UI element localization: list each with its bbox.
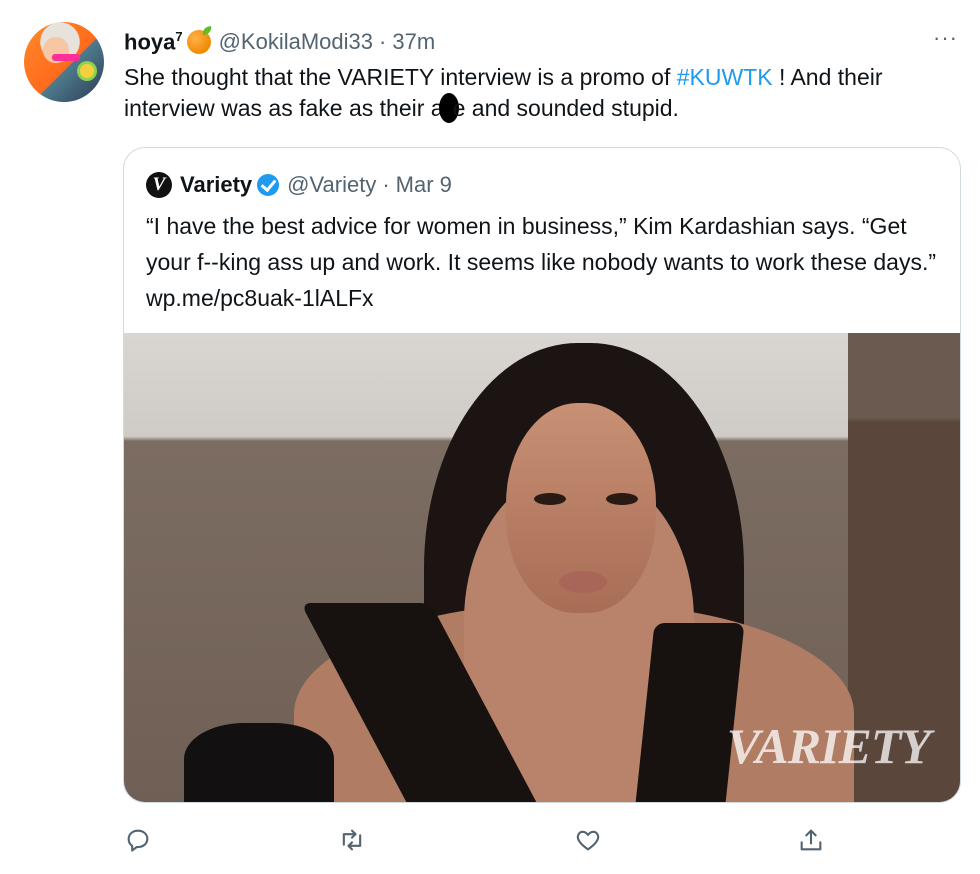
quoted-tweet-image[interactable]: VARIETY (124, 333, 960, 802)
reply-button[interactable] (118, 820, 158, 860)
heart-icon (576, 830, 600, 851)
retweet-icon (342, 829, 362, 851)
quoted-author-name[interactable]: Variety (180, 172, 252, 198)
tweet-header: hoya7 @KokilaModi33 · 37m (124, 27, 435, 57)
quoted-tweet-header: V Variety @Variety · Mar 9 (146, 170, 452, 200)
variety-logo-avatar[interactable]: V (146, 172, 172, 198)
quoted-tweet-date[interactable]: Mar 9 (396, 172, 452, 198)
avatar-glasses (52, 54, 80, 61)
retweet-button[interactable] (332, 820, 372, 860)
share-button[interactable] (791, 820, 831, 860)
reply-icon (127, 829, 149, 852)
tweet-text-part1: She thought that the VARIETY interview i… (124, 64, 677, 90)
photo-glove (184, 723, 334, 802)
more-options-icon[interactable]: ··· (933, 27, 958, 49)
header-separator: · (379, 29, 387, 54)
quoted-tweet-text: “I have the best advice for women in bus… (146, 213, 937, 311)
photo-eye-left (534, 493, 566, 505)
verified-icon (257, 174, 280, 196)
avatar-flower (80, 64, 94, 78)
like-button[interactable] (568, 820, 608, 860)
author-name-sup: 7 (175, 28, 183, 44)
tweet-text-part3: e and sounded stupid. (452, 95, 679, 121)
quoted-tweet[interactable]: V Variety @Variety · Mar 9 “I have the b… (123, 147, 961, 803)
orange-icon (186, 30, 211, 54)
author-name[interactable]: hoya7 (124, 29, 183, 55)
share-icon (800, 829, 822, 851)
variety-watermark: VARIETY (726, 718, 931, 774)
tweet-text: She thought that the VARIETY interview i… (124, 62, 959, 124)
photo-lips (559, 571, 607, 593)
tweet-timestamp[interactable]: 37m (392, 29, 435, 55)
author-name-text: hoya (124, 29, 176, 55)
photo-eye-right (606, 493, 638, 505)
hashtag-link[interactable]: #KUWTK (677, 64, 773, 90)
tweet-actions-bar (124, 820, 844, 860)
avatar[interactable] (24, 22, 104, 102)
quoted-header-separator: · (382, 172, 390, 197)
author-handle[interactable]: @KokilaModi33 (219, 29, 373, 55)
quoted-author-handle[interactable]: @Variety (287, 172, 376, 198)
